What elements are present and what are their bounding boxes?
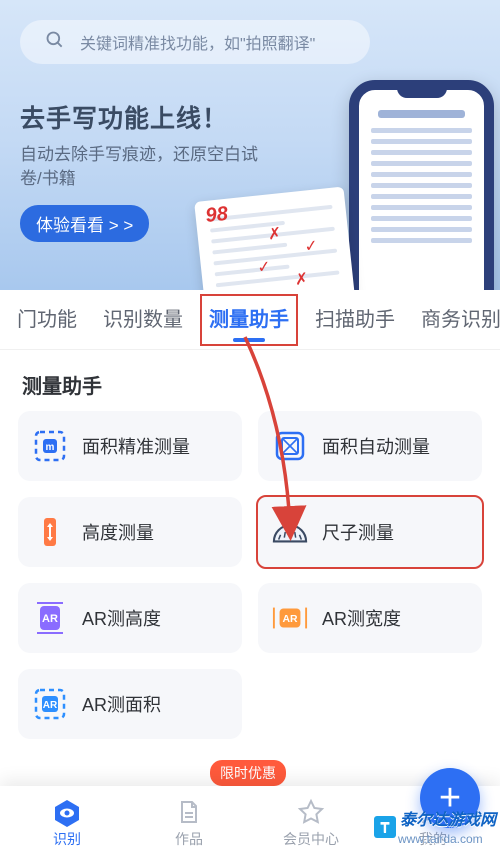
tab-door-functions[interactable]: 门功能: [4, 290, 90, 350]
ar-area-icon: AR: [32, 686, 68, 722]
eye-icon: [52, 797, 82, 827]
phone-illustration: [349, 80, 494, 290]
ruler-icon: [272, 514, 308, 550]
tab-measure-assistant[interactable]: 测量助手: [196, 290, 302, 350]
feature-grid: m 面积精准测量 面积自动测量 高度测量 尺子测量 AR AR测高度 AR AR…: [0, 411, 500, 739]
tab-business-ocr[interactable]: 商务识别: [408, 290, 500, 350]
svg-text:AR: AR: [43, 700, 58, 711]
nav-works[interactable]: 作品: [140, 797, 238, 849]
card-label: AR测宽度: [322, 605, 401, 631]
area-auto-icon: [272, 428, 308, 464]
card-label: AR测面积: [82, 691, 161, 717]
area-precise-icon: m: [32, 428, 68, 464]
ar-width-icon: AR: [272, 600, 308, 636]
search-input[interactable]: 关键词精准找功能，如"拍照翻译": [20, 20, 370, 64]
section-title: 测量助手: [0, 350, 500, 411]
watermark-logo-icon: T: [374, 816, 396, 838]
card-height-measure[interactable]: 高度测量: [18, 497, 242, 567]
tab-scan-assistant[interactable]: 扫描助手: [302, 290, 408, 350]
svg-text:AR: AR: [42, 613, 58, 625]
card-ruler-measure[interactable]: 尺子测量: [258, 497, 482, 567]
nav-label: 会员中心: [283, 829, 339, 849]
card-area-precise[interactable]: m 面积精准测量: [18, 411, 242, 481]
paper-illustration: ✗✓✓✗: [194, 186, 356, 290]
promo-banner: 关键词精准找功能，如"拍照翻译" 去手写功能上线！ 自动去除手写痕迹，还原空白试…: [0, 0, 500, 290]
search-icon: [45, 30, 65, 55]
watermark-url: www.tairda.com: [398, 832, 483, 846]
document-icon: [174, 797, 204, 827]
watermark: T 泰尔达游戏网 www.tairda.com: [374, 806, 496, 848]
svg-text:AR: AR: [282, 614, 298, 625]
card-ar-area[interactable]: AR AR测面积: [18, 669, 242, 739]
search-placeholder: 关键词精准找功能，如"拍照翻译": [80, 30, 315, 54]
watermark-brand: 泰尔达游戏网: [400, 812, 496, 829]
svg-text:m: m: [46, 442, 55, 453]
nav-member-center[interactable]: 会员中心: [262, 797, 360, 849]
card-ar-height[interactable]: AR AR测高度: [18, 583, 242, 653]
tab-recognize-count[interactable]: 识别数量: [90, 290, 196, 350]
card-label: 尺子测量: [322, 519, 394, 545]
card-label: 面积精准测量: [82, 433, 190, 459]
card-label: 面积自动测量: [322, 433, 430, 459]
star-icon: [296, 797, 326, 827]
card-ar-width[interactable]: AR AR测宽度: [258, 583, 482, 653]
card-label: AR测高度: [82, 605, 161, 631]
nav-label: 识别: [53, 829, 81, 849]
nav-label: 作品: [175, 829, 203, 849]
banner-subtitle: 自动去除手写痕迹，还原空白试卷/书籍: [20, 143, 270, 191]
nav-recognize[interactable]: 识别: [18, 797, 116, 849]
card-label: 高度测量: [82, 519, 154, 545]
category-tabs: 门功能 识别数量 测量助手 扫描助手 商务识别: [0, 290, 500, 350]
card-area-auto[interactable]: 面积自动测量: [258, 411, 482, 481]
ar-height-icon: AR: [32, 600, 68, 636]
banner-cta-button[interactable]: 体验看看 > >: [20, 205, 149, 242]
height-icon: [32, 514, 68, 550]
promo-badge: 限时优惠: [210, 760, 286, 786]
